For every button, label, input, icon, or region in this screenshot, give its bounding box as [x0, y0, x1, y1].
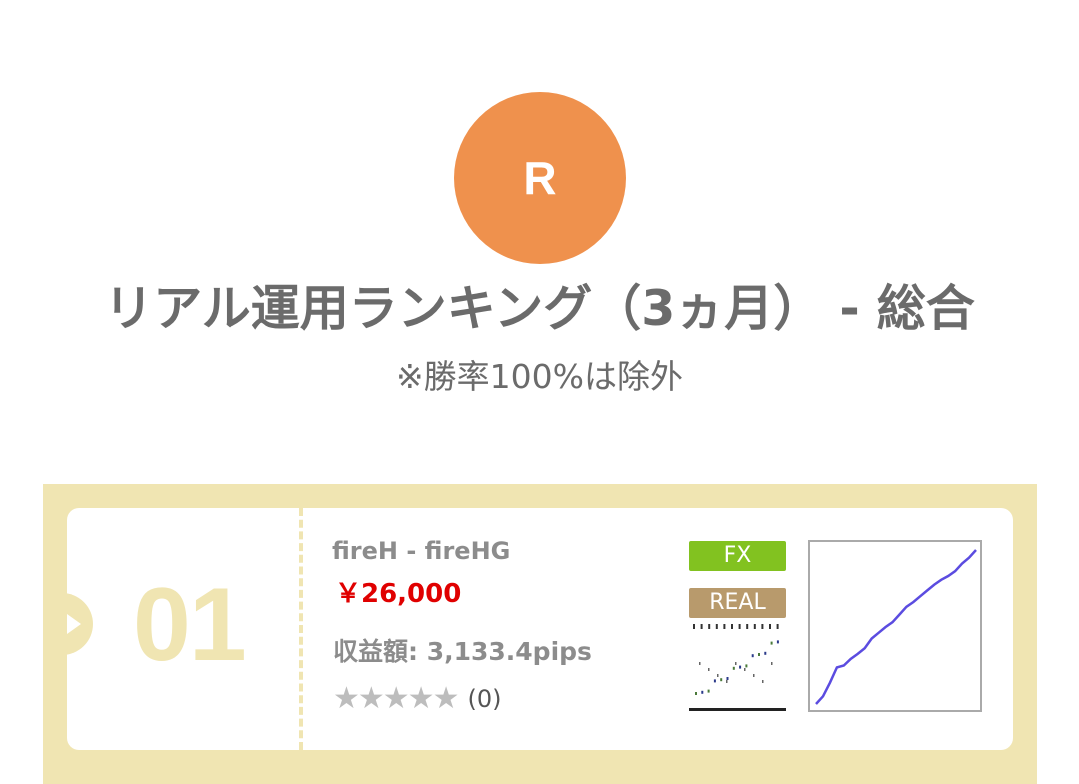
thumb-top-tick — [731, 624, 733, 629]
thumb-dot — [708, 668, 710, 671]
rating: ★★★★★ (0) — [333, 682, 501, 716]
ranking-card[interactable]: 01 fireH - fireHG ￥26,000 収益額: 3,133.4pi… — [67, 508, 1013, 750]
thumb-dot — [726, 680, 728, 683]
thumb-top-tick — [753, 624, 756, 629]
thumb-dot — [699, 662, 701, 665]
thumb-top-tick — [776, 624, 779, 629]
thumb-top-tick — [693, 624, 695, 629]
thumb-top-tick — [769, 624, 771, 629]
rank-number: 01 — [133, 567, 247, 683]
play-arrow-icon — [67, 614, 81, 634]
thumb-top-tick — [708, 624, 711, 629]
thumb-top-tick — [723, 624, 726, 629]
thumb-dot — [739, 665, 742, 669]
strategy-name-link[interactable]: fireH - fireHG — [332, 536, 510, 566]
real-tag: REAL — [689, 588, 786, 618]
page-title: リアル運用ランキング（3ヵ月） - 総合 — [104, 280, 975, 337]
thumb-top-tick — [761, 624, 764, 629]
avatar-letter: R — [523, 152, 557, 204]
thumb-dot — [717, 674, 719, 677]
thumb-dot — [745, 664, 748, 668]
thumb-dot — [695, 692, 697, 695]
profit-amount: 収益額: 3,133.4pips — [333, 637, 592, 666]
strategy-thumbnail — [689, 622, 786, 714]
thumb-top-tick — [746, 624, 749, 629]
thumb-dot — [764, 651, 767, 655]
review-count: (0) — [467, 685, 502, 713]
rank-area: 01 — [67, 508, 301, 750]
thumb-base-line — [689, 708, 786, 711]
thumb-dot — [776, 640, 779, 644]
fx-tag: FX — [689, 541, 786, 571]
thumb-dot — [726, 677, 729, 680]
thumb-dot — [735, 662, 737, 665]
thumb-dot — [762, 680, 764, 683]
thumb-dot — [744, 668, 746, 671]
thumb-top-tick — [738, 624, 741, 629]
dashed-divider — [299, 508, 303, 750]
category-avatar: R — [454, 92, 626, 264]
thumb-dot — [720, 678, 723, 682]
thumb-dot — [771, 662, 773, 665]
thumb-dot — [732, 666, 735, 670]
performance-chart-svg — [815, 549, 977, 705]
thumb-dot — [751, 654, 754, 658]
thumb-dot — [713, 679, 716, 683]
performance-chart[interactable] — [808, 540, 982, 712]
thumb-top-tick — [715, 624, 718, 629]
star-rating-icon: ★★★★★ — [333, 681, 459, 716]
thumb-dot — [758, 653, 760, 656]
chart-series-line — [815, 549, 977, 705]
thumb-dot — [701, 690, 704, 694]
thumbnail-graphic — [689, 624, 786, 711]
thumb-dot — [770, 641, 773, 645]
page-subtitle: ※勝率100%は除外 — [396, 357, 683, 396]
price: ￥26,000 — [335, 579, 462, 609]
ranking-page: R リアル運用ランキング（3ヵ月） - 総合 ※勝率100%は除外 01 fir… — [0, 0, 1079, 784]
thumb-top-tick — [700, 624, 703, 629]
thumb-dot — [753, 674, 755, 677]
thumb-dot — [707, 689, 710, 693]
